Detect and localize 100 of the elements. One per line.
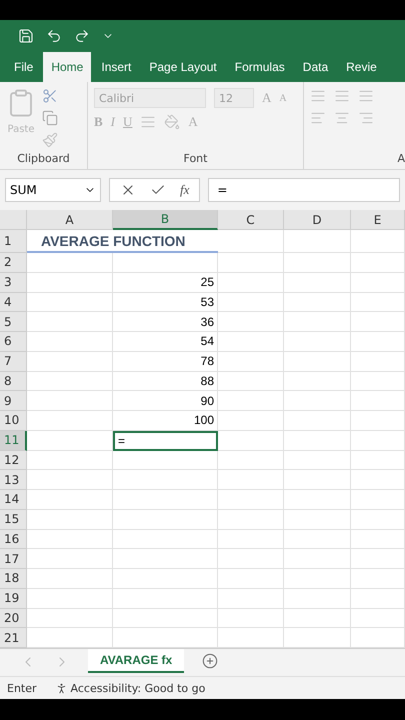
empty-cell[interactable] [351, 292, 405, 312]
empty-cell[interactable] [284, 490, 351, 510]
empty-cell[interactable] [218, 549, 284, 569]
empty-cell[interactable] [218, 292, 284, 312]
empty-cell[interactable] [351, 608, 405, 628]
empty-cell[interactable] [351, 430, 405, 450]
align-right-icon[interactable] [358, 110, 374, 126]
empty-cell[interactable] [351, 411, 405, 431]
fill-color-icon[interactable] [164, 114, 180, 130]
empty-cell[interactable] [351, 332, 405, 352]
empty-cell[interactable] [284, 608, 351, 628]
empty-cell[interactable] [113, 450, 218, 470]
row-header[interactable]: 13 [0, 470, 27, 490]
row-header[interactable]: 12 [0, 450, 27, 470]
empty-cell[interactable] [351, 490, 405, 510]
empty-cell[interactable] [218, 530, 284, 550]
row-header[interactable]: 3 [0, 272, 27, 292]
row-header[interactable]: 14 [0, 490, 27, 510]
empty-cell[interactable] [218, 253, 284, 273]
row-header[interactable]: 4 [0, 292, 27, 312]
column-header[interactable]: C [218, 210, 284, 230]
row-header[interactable]: 9 [0, 391, 27, 411]
empty-cell[interactable] [284, 332, 351, 352]
empty-cell[interactable] [351, 391, 405, 411]
ribbon-tab[interactable]: Formulas [226, 52, 293, 82]
empty-cell[interactable] [351, 549, 405, 569]
row-header[interactable]: 11 [0, 430, 27, 450]
active-cell[interactable]: = [113, 430, 218, 450]
empty-cell[interactable] [218, 372, 284, 392]
empty-cell[interactable] [218, 510, 284, 530]
accessibility-status[interactable]: Accessibility: Good to go [70, 682, 206, 694]
ribbon-tab[interactable]: Revie [338, 52, 385, 82]
ribbon-tab[interactable]: File [6, 52, 42, 82]
empty-cell[interactable] [284, 391, 351, 411]
empty-cell[interactable] [284, 253, 351, 273]
empty-cell[interactable] [113, 569, 218, 589]
empty-cell[interactable] [284, 530, 351, 550]
empty-cell[interactable] [218, 332, 284, 352]
empty-cell[interactable] [351, 253, 405, 273]
sheet-tab[interactable]: AVARAGE fx [88, 649, 184, 673]
empty-cell[interactable] [218, 272, 284, 292]
empty-cell[interactable] [218, 312, 284, 332]
empty-cell[interactable] [284, 588, 351, 608]
empty-cell[interactable] [218, 352, 284, 372]
row-header[interactable]: 10 [0, 411, 27, 431]
empty-cell[interactable] [218, 608, 284, 628]
empty-cell[interactable] [284, 312, 351, 332]
align-top-icon[interactable] [310, 88, 326, 104]
column-header[interactable]: D [284, 210, 351, 230]
save-icon[interactable] [18, 28, 34, 44]
empty-cell[interactable] [351, 470, 405, 490]
empty-cell[interactable] [351, 530, 405, 550]
empty-cell[interactable] [284, 549, 351, 569]
redo-icon[interactable] [74, 28, 90, 44]
empty-cell[interactable] [351, 372, 405, 392]
row-header[interactable]: 7 [0, 352, 27, 372]
row-header[interactable]: 5 [0, 312, 27, 332]
empty-cell[interactable] [284, 230, 351, 253]
empty-cell[interactable] [218, 230, 284, 253]
empty-cell[interactable] [218, 470, 284, 490]
empty-cell[interactable] [284, 372, 351, 392]
ribbon-tab[interactable]: Home [43, 52, 92, 82]
row-header[interactable]: 6 [0, 332, 27, 352]
empty-cell[interactable] [284, 411, 351, 431]
column-header[interactable]: A [27, 210, 113, 230]
empty-cell[interactable] [113, 470, 218, 490]
row-header[interactable]: 2 [0, 253, 27, 273]
empty-cell[interactable] [284, 569, 351, 589]
row-header[interactable]: 1 [0, 230, 27, 253]
empty-cell[interactable] [218, 411, 284, 431]
empty-cell[interactable] [284, 352, 351, 372]
name-box[interactable]: SUM [5, 178, 101, 202]
empty-cell[interactable] [113, 549, 218, 569]
empty-cell[interactable] [218, 430, 284, 450]
empty-cell[interactable] [351, 588, 405, 608]
empty-cell[interactable] [113, 510, 218, 530]
row-header[interactable]: 8 [0, 372, 27, 392]
ribbon-tab[interactable]: Page Layout [141, 52, 225, 82]
empty-cell[interactable] [351, 569, 405, 589]
column-header[interactable]: E [351, 210, 405, 230]
empty-cell[interactable] [284, 430, 351, 450]
align-middle-icon[interactable] [334, 88, 350, 104]
row-header[interactable]: 20 [0, 608, 27, 628]
row-header[interactable]: 17 [0, 549, 27, 569]
empty-cell[interactable] [284, 272, 351, 292]
align-center-icon[interactable] [334, 110, 350, 126]
empty-cell[interactable] [218, 490, 284, 510]
empty-cell[interactable] [218, 391, 284, 411]
select-all-corner[interactable] [0, 210, 27, 230]
add-sheet-icon[interactable] [202, 653, 218, 669]
column-header[interactable]: B [113, 210, 218, 230]
empty-cell[interactable] [284, 510, 351, 530]
empty-cell[interactable] [351, 272, 405, 292]
empty-cell[interactable] [113, 608, 218, 628]
empty-cell[interactable] [351, 312, 405, 332]
empty-cell[interactable] [218, 450, 284, 470]
ribbon-tab[interactable]: Data [294, 52, 336, 82]
empty-cell[interactable] [351, 450, 405, 470]
empty-cell[interactable] [218, 588, 284, 608]
empty-cell[interactable] [351, 510, 405, 530]
